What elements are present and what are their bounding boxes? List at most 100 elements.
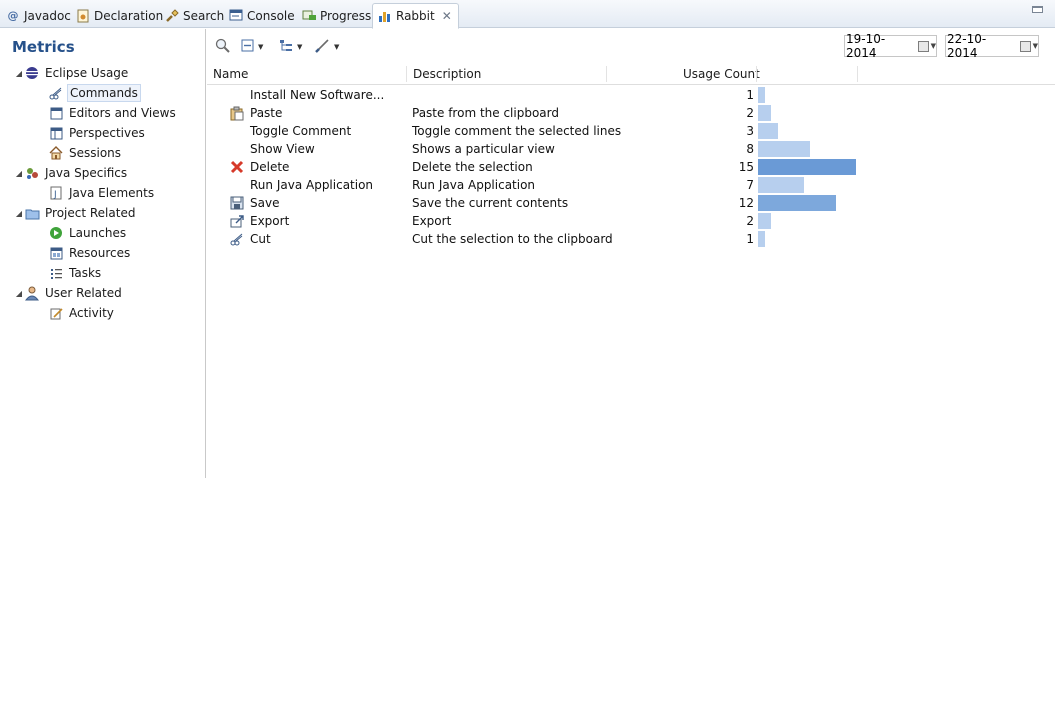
tab-label: Console xyxy=(247,8,295,23)
tab-search[interactable]: Search xyxy=(160,3,230,28)
end-date-picker[interactable]: 22-10-2014 ▼ xyxy=(945,32,1039,60)
dropdown-arrow-icon[interactable]: ▼ xyxy=(931,42,936,50)
command-name-cell: Delete xyxy=(250,160,290,174)
command-name-cell: Run Java Application xyxy=(250,178,374,192)
command-name-cell: Install New Software... xyxy=(250,88,385,102)
expand-arrow-icon[interactable]: ◢ xyxy=(14,69,24,78)
tree-item-java-elements[interactable]: J Java Elements xyxy=(0,183,206,203)
usage-count-cell: 2 xyxy=(746,106,754,120)
java-file-icon: J xyxy=(48,185,64,201)
description-cell: Run Java Application xyxy=(412,178,536,192)
tree-item-label: Launches xyxy=(69,226,127,240)
table-row[interactable]: Install New Software... 1 xyxy=(207,86,1055,104)
export-icon xyxy=(229,213,245,229)
table-row[interactable]: Show View Shows a particular view 8 xyxy=(207,140,1055,158)
table-header: Name Description Usage Count xyxy=(207,64,1055,85)
tab-declaration[interactable]: Declaration xyxy=(71,3,169,28)
minimize-button[interactable] xyxy=(1032,6,1043,13)
search-button[interactable] xyxy=(215,38,230,56)
usage-count-cell: 7 xyxy=(746,178,754,192)
table-row[interactable]: Delete Delete the selection 15 xyxy=(207,158,1055,176)
tree-item-launches[interactable]: Launches xyxy=(0,223,206,243)
column-header-name[interactable]: Name xyxy=(213,64,248,84)
usage-count-cell: 15 xyxy=(738,160,754,174)
progress-icon xyxy=(302,9,316,23)
collapse-all-icon xyxy=(241,39,254,55)
usage-bar xyxy=(758,177,804,193)
tree-item-perspectives[interactable]: Perspectives xyxy=(0,123,206,143)
resources-icon xyxy=(48,245,64,261)
table-row[interactable]: Toggle Comment Toggle comment the selecte… xyxy=(207,122,1055,140)
tab-rabbit[interactable]: Rabbit ✕ xyxy=(372,3,459,29)
usage-bar xyxy=(758,87,765,103)
tab-label: Search xyxy=(183,8,225,23)
table-row[interactable]: Export Export 2 xyxy=(207,212,1055,230)
description-cell: Cut the selection to the clipboard xyxy=(412,232,613,246)
paint-button[interactable]: ▼ xyxy=(314,38,339,55)
column-divider[interactable] xyxy=(756,66,757,82)
usage-bar xyxy=(758,159,856,175)
tab-progress[interactable]: Progress xyxy=(297,3,377,28)
tree-group-label: Project Related xyxy=(45,206,136,220)
tab-label: Declaration xyxy=(94,8,164,23)
tab-label: Progress xyxy=(320,8,372,23)
search-icon xyxy=(215,38,230,56)
expand-arrow-icon[interactable]: ◢ xyxy=(14,169,24,178)
tree-item-activity[interactable]: Activity xyxy=(0,303,206,323)
dropdown-arrow-icon[interactable]: ▼ xyxy=(297,43,302,51)
tree-group-eclipse-usage[interactable]: ◢ Eclipse Usage xyxy=(0,63,206,83)
table-row[interactable]: Save Save the current contents 12 xyxy=(207,194,1055,212)
tab-label: Rabbit xyxy=(396,9,435,23)
tree-item-resources[interactable]: Resources xyxy=(0,243,206,263)
dropdown-arrow-icon[interactable]: ▼ xyxy=(334,43,339,51)
java-specifics-icon xyxy=(24,165,40,181)
description-cell: Toggle comment the selected lines xyxy=(412,124,622,138)
tree-group-project-related[interactable]: ◢ Project Related xyxy=(0,203,206,223)
column-divider[interactable] xyxy=(406,66,407,82)
tree-item-label: Tasks xyxy=(69,266,102,280)
expand-arrow-icon[interactable]: ◢ xyxy=(14,209,24,218)
start-date-picker[interactable]: 19-10-2014 ▼ xyxy=(844,32,937,60)
panel-title: Metrics xyxy=(12,38,75,56)
window-icon xyxy=(48,105,64,121)
expand-arrow-icon[interactable]: ◢ xyxy=(14,289,24,298)
launch-icon xyxy=(48,225,64,241)
column-header-usage-count[interactable]: Usage Count xyxy=(683,64,760,84)
command-name-cell: Toggle Comment xyxy=(250,124,352,138)
tree-group-java-specifics[interactable]: ◢ Java Specifics xyxy=(0,163,206,183)
description-cell: Export xyxy=(412,214,452,228)
save-icon xyxy=(229,195,245,211)
table-row[interactable]: Cut Cut the selection to the clipboard 1 xyxy=(207,230,1055,248)
description-cell: Paste from the clipboard xyxy=(412,106,559,120)
dropdown-arrow-icon[interactable]: ▼ xyxy=(1033,42,1038,50)
command-name-cell: Paste xyxy=(250,106,283,120)
column-header-description[interactable]: Description xyxy=(413,64,481,84)
command-name-cell: Export xyxy=(250,214,290,228)
tab-console[interactable]: Console xyxy=(224,3,301,28)
view-toolbar: ▼ ▼ ▼ 19-10-2014 ▼ 22-10-2014 ▼ xyxy=(207,29,1055,63)
cut-icon xyxy=(229,231,245,247)
dropdown-arrow-icon[interactable]: ▼ xyxy=(258,43,263,51)
tree-item-label: Editors and Views xyxy=(69,106,176,120)
tree-group-label: User Related xyxy=(45,286,122,300)
close-icon[interactable]: ✕ xyxy=(442,9,452,23)
table-row[interactable]: Paste Paste from the clipboard 2 xyxy=(207,104,1055,122)
tree-item-sessions[interactable]: Sessions xyxy=(0,143,206,163)
collapse-all-button[interactable]: ▼ xyxy=(241,39,263,55)
tree-item-label: Commands xyxy=(67,84,141,102)
column-divider[interactable] xyxy=(857,66,858,82)
bar-chart-icon xyxy=(378,9,392,23)
tab-javadoc[interactable]: @ Javadoc xyxy=(1,3,77,28)
tree-group-user-related[interactable]: ◢ User Related xyxy=(0,283,206,303)
usage-count-cell: 3 xyxy=(746,124,754,138)
tree-item-tasks[interactable]: Tasks xyxy=(0,263,206,283)
tree-item-editors-and-views[interactable]: Editors and Views xyxy=(0,103,206,123)
table-row[interactable]: Run Java Application Run Java Application… xyxy=(207,176,1055,194)
tab-label: Javadoc xyxy=(24,8,71,23)
delete-icon xyxy=(229,159,245,175)
declaration-icon xyxy=(76,9,90,23)
column-divider[interactable] xyxy=(606,66,607,82)
tree-group-label: Eclipse Usage xyxy=(45,66,129,80)
tree-item-commands[interactable]: Commands xyxy=(0,83,206,103)
group-by-button[interactable]: ▼ xyxy=(279,39,302,55)
